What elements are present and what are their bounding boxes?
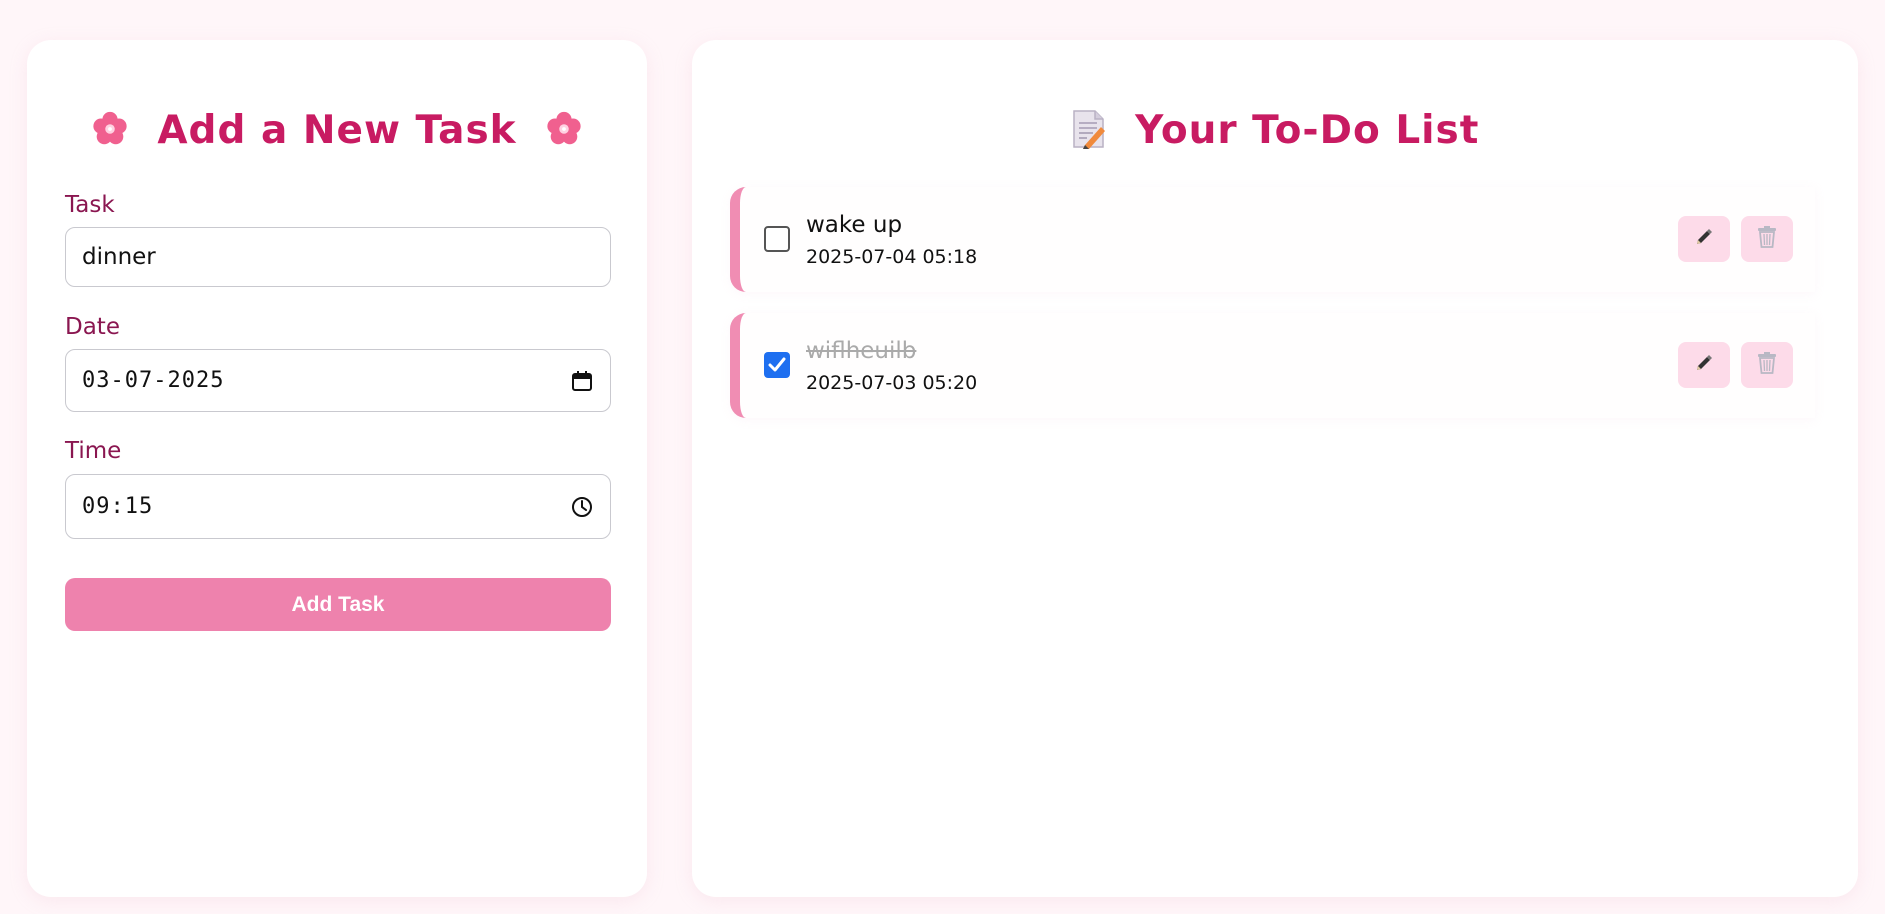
task-datetime: 2025-07-03 05:20 (806, 372, 978, 394)
time-input[interactable]: 09:15 (65, 474, 611, 539)
calendar-icon[interactable] (570, 369, 594, 393)
task-item: wiflheuilb 2025-07-03 05:20 (730, 313, 1815, 418)
task-input-value: dinner (82, 244, 156, 270)
time-label: Time (65, 438, 122, 464)
cherry-blossom-icon (91, 110, 129, 152)
task-checkbox[interactable] (764, 352, 790, 378)
pencil-icon (1694, 353, 1714, 377)
date-label: Date (65, 314, 120, 340)
task-datetime: 2025-07-04 05:18 (806, 246, 978, 268)
pencil-icon (1694, 227, 1714, 251)
edit-task-button[interactable] (1678, 216, 1730, 262)
cherry-blossom-icon (545, 110, 583, 152)
task-input[interactable]: dinner (65, 227, 611, 287)
clock-icon[interactable] (570, 495, 594, 519)
time-input-value: 09:15 (82, 494, 154, 519)
task-name: wake up (806, 212, 903, 238)
edit-task-button[interactable] (1678, 342, 1730, 388)
trash-icon (1756, 225, 1778, 253)
todo-list-heading: Your To-Do List (692, 108, 1858, 153)
trash-icon (1756, 351, 1778, 379)
task-checkbox[interactable] (764, 226, 790, 252)
todo-list-panel: Your To-Do List wake up 2025-07-04 05:18 (692, 40, 1858, 897)
memo-icon (1071, 109, 1107, 152)
task-item: wake up 2025-07-04 05:18 (730, 187, 1815, 292)
add-task-panel: Add a New Task Task dinner Date 03-07-20… (27, 40, 647, 897)
date-input-value: 03-07-2025 (82, 368, 225, 393)
add-task-button[interactable]: Add Task (65, 578, 611, 631)
delete-task-button[interactable] (1741, 342, 1793, 388)
task-name: wiflheuilb (806, 338, 917, 364)
delete-task-button[interactable] (1741, 216, 1793, 262)
date-input[interactable]: 03-07-2025 (65, 349, 611, 412)
task-label: Task (65, 192, 115, 218)
add-task-heading: Add a New Task (27, 108, 647, 153)
todo-list-title: Your To-Do List (1135, 108, 1480, 153)
add-task-title: Add a New Task (157, 108, 517, 153)
